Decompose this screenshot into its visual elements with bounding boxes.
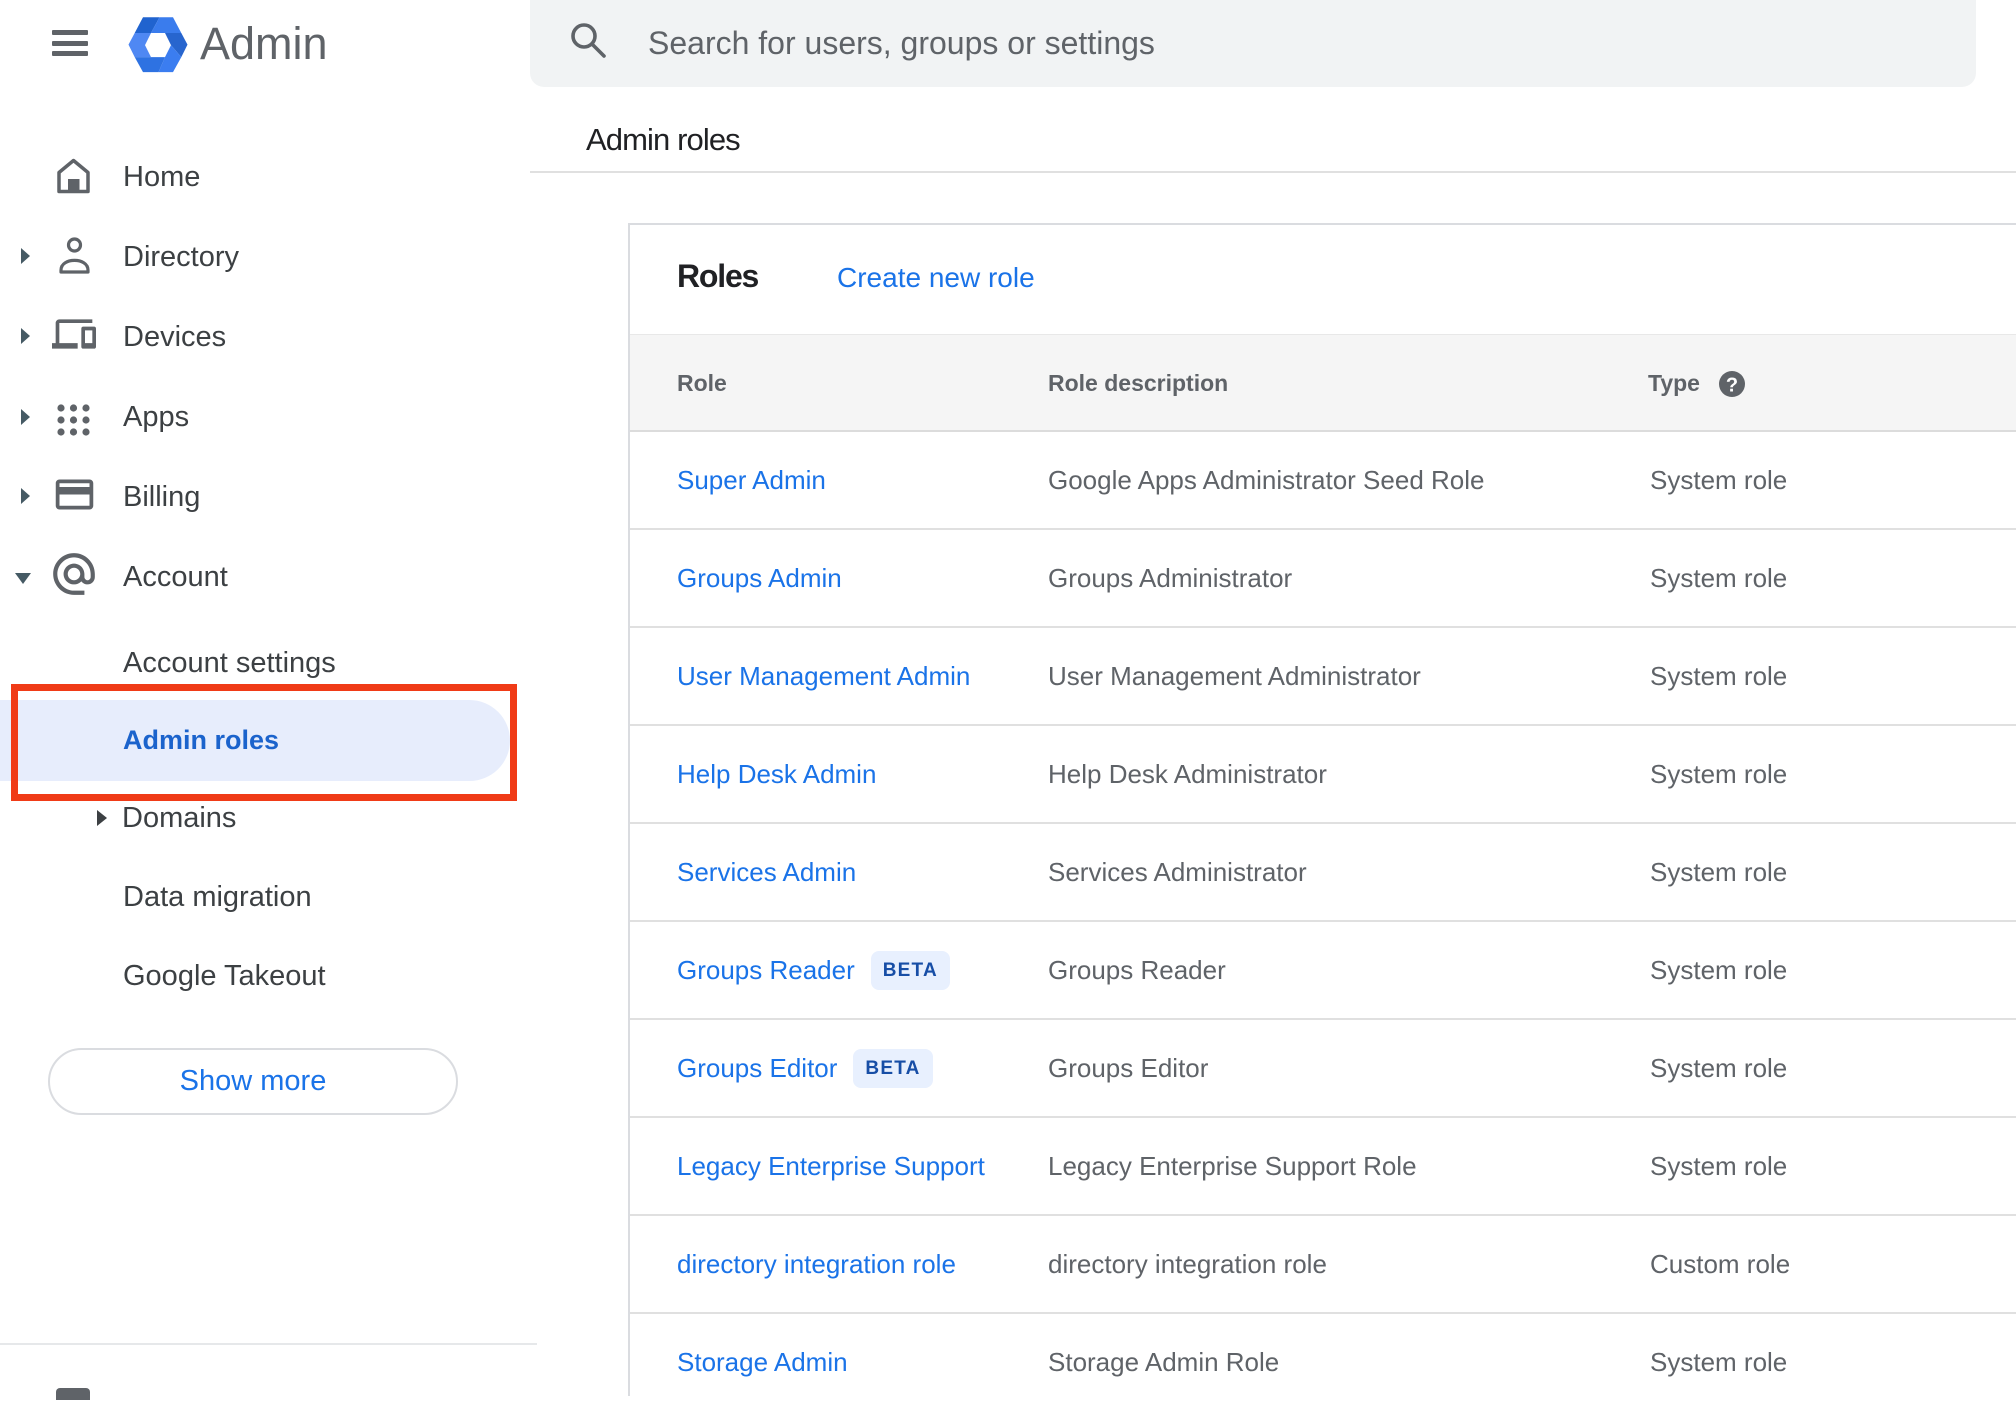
svg-text:?: ? (1726, 375, 1738, 397)
